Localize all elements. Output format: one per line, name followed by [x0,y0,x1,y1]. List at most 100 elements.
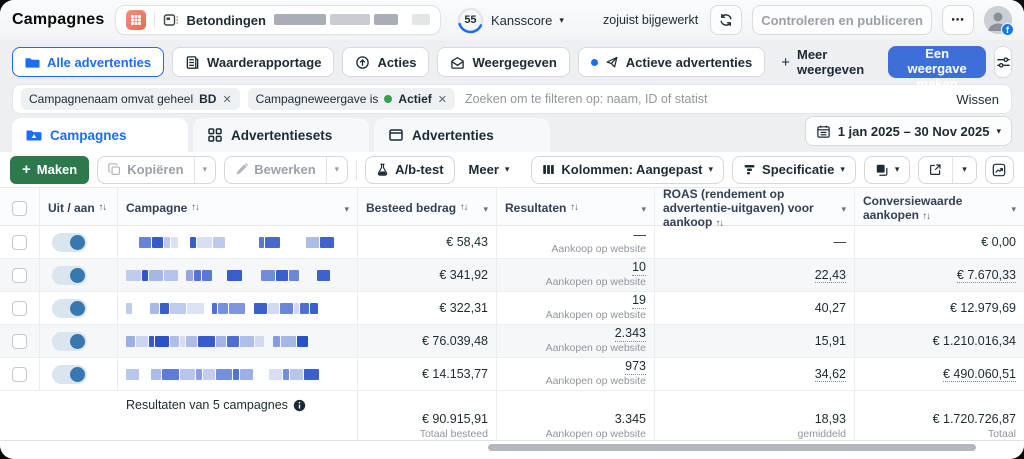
horizontal-scrollbar[interactable] [488,444,976,451]
view-tab-actions[interactable]: Acties [342,47,429,77]
edit-button[interactable]: Bewerken [225,157,325,183]
results-cell: —Aankoop op website [497,226,655,258]
flask-icon [376,163,389,176]
close-icon[interactable]: ✕ [222,93,231,106]
folder-icon [25,58,39,67]
footer-spent-cell: € 90.915,91Totaal besteed [358,391,497,440]
redacted-campaign-name[interactable] [126,269,349,281]
column-menu-icon[interactable]: ▾ [344,204,349,214]
filter-search-input[interactable] [463,91,948,107]
breakdown-button[interactable]: Specificatie ▾ [732,156,856,184]
close-icon[interactable]: ✕ [438,93,447,106]
tab-ads[interactable]: Advertenties [374,118,550,152]
app-grid-icon [126,10,146,30]
campaign-toggle-on[interactable] [52,266,87,285]
duplicate-dropdown[interactable]: ▾ [194,157,215,183]
row-checkbox[interactable] [12,334,27,349]
select-all-checkbox[interactable] [12,201,27,216]
facebook-badge-icon: f [1001,23,1014,36]
clear-filters-button[interactable]: Wissen [956,92,1003,107]
filter-chip-campaign-view[interactable]: Campagneweergave is Actief ✕ [248,88,455,110]
report-icon [185,55,200,70]
view-tab-all-ads[interactable]: Alle advertenties [12,47,164,77]
view-settings-button[interactable] [994,46,1012,78]
column-menu-icon[interactable]: ▾ [1011,204,1016,214]
info-icon[interactable] [293,399,306,412]
create-view-button[interactable]: Een weergave maken [888,46,986,78]
export-dropdown[interactable]: ▾ [953,157,975,183]
view-tab-delivered[interactable]: Weergegeven [437,47,569,77]
col-header-spent[interactable]: Besteed bedrag ↑↓▾ [358,188,497,230]
sort-icon: ↑↓ [191,203,199,214]
ab-test-button[interactable]: A/b-test [365,156,454,184]
table-row: € 58,43 —Aankoop op website — € 0,00 [0,226,1024,259]
columns-button[interactable]: Kolommen: Aangepast ▾ [531,156,724,184]
column-menu-icon[interactable]: ▾ [841,204,846,214]
view-tab-value-reporting[interactable]: Waarderapportage [172,47,334,77]
col-header-campaign[interactable]: Campagne ↑↓▾ [118,188,358,230]
edit-dropdown[interactable]: ▾ [327,157,348,183]
table-row: € 14.153,77 973Aankopen op website 34,62… [0,358,1024,391]
redacted-campaign-name[interactable] [126,236,349,248]
export-icon [929,163,942,176]
row-checkbox[interactable] [12,268,27,283]
redacted-campaign-name[interactable] [126,335,349,347]
refresh-button[interactable] [710,5,742,35]
redacted-campaign-name[interactable] [126,302,349,314]
view-tab-active-ads[interactable]: Actieve advertenties [578,47,765,77]
tab-campaigns[interactable]: Campagnes [12,118,188,152]
results-cell: 19Aankopen op website [497,292,655,324]
top-header: Campagnes Betondingen 55 Kansscore ▾ [0,0,1024,40]
col-header-conv-value[interactable]: Conversiewaarde aankopen ↑↓▾ [855,188,1024,230]
column-menu-icon[interactable]: ▾ [641,204,646,214]
conv-value-cell: € 0,00 [855,226,1024,258]
columns-icon [542,163,555,176]
campaign-toggle-on[interactable] [52,299,87,318]
row-checkbox[interactable] [12,235,27,250]
export-button-group: ▾ [918,156,976,184]
duplicate-button[interactable]: Kopiëren [98,157,193,183]
ads-manager-window: Campagnes Betondingen 55 Kansscore ▾ [0,0,1024,459]
col-header-results[interactable]: Resultaten ↑↓▾ [497,188,655,230]
trend-chart-icon [992,163,1006,177]
score-ring-icon: 55 [457,7,484,34]
reports-button[interactable]: ▾ [864,156,911,184]
campaign-toggle-on[interactable] [52,365,87,384]
view-tabs-row: Alle advertenties Waarderapportage Actie… [0,40,1024,84]
opportunity-score[interactable]: 55 Kansscore ▾ [457,7,564,34]
row-checkbox[interactable] [12,301,27,316]
col-header-on-off[interactable]: Uit / aan ↑↓ [40,188,118,230]
campaign-folder-icon [26,127,42,143]
campaign-toggle-on[interactable] [52,332,87,351]
ad-card-icon [388,127,404,143]
avatar[interactable]: f [984,6,1012,34]
redacted-campaign-name[interactable] [126,368,349,380]
more-actions-button[interactable]: Meer ▾ [463,162,516,177]
roas-cell: 15,91 [655,325,855,357]
score-label: Kansscore [491,13,552,28]
col-header-roas[interactable]: ROAS (rendement op advertentie-uitgaven)… [655,188,855,230]
sliders-icon [996,55,1011,70]
ellipsis-icon: ⋯ [951,12,965,28]
row-checkbox[interactable] [12,367,27,382]
export-button[interactable] [919,157,952,183]
tab-ad-sets[interactable]: Advertentiesets [193,118,369,152]
plus-icon: + [22,161,31,178]
redacted-account-id [274,11,430,29]
campaign-toggle-on[interactable] [52,233,87,252]
more-options-button[interactable]: ⋯ [942,5,974,35]
column-menu-icon[interactable]: ▾ [483,204,488,214]
create-button[interactable]: + Maken [10,156,89,184]
plus-icon: + [781,54,790,71]
grid-icon [207,127,223,143]
review-publish-button[interactable]: Controleren en publiceren [752,5,932,35]
account-selector[interactable]: Betondingen [115,5,441,35]
spent-cell: € 322,31 [358,292,497,324]
date-range-picker[interactable]: 1 jan 2025 – 30 Nov 2025 ▾ [805,116,1012,146]
more-views-button[interactable]: + Meer weergeven [773,47,872,77]
table-toolbar: + Maken Kopiëren ▾ Bewerken ▾ A/b-test M… [0,152,1024,188]
filter-chip-campaign-name[interactable]: Campagnenaam omvat geheel BD ✕ [21,88,240,110]
level-tabs-row: Campagnes Advertentiesets Advertenties 1… [0,114,1024,152]
chevron-down-icon: ▾ [559,16,564,25]
charts-button[interactable] [985,156,1014,184]
